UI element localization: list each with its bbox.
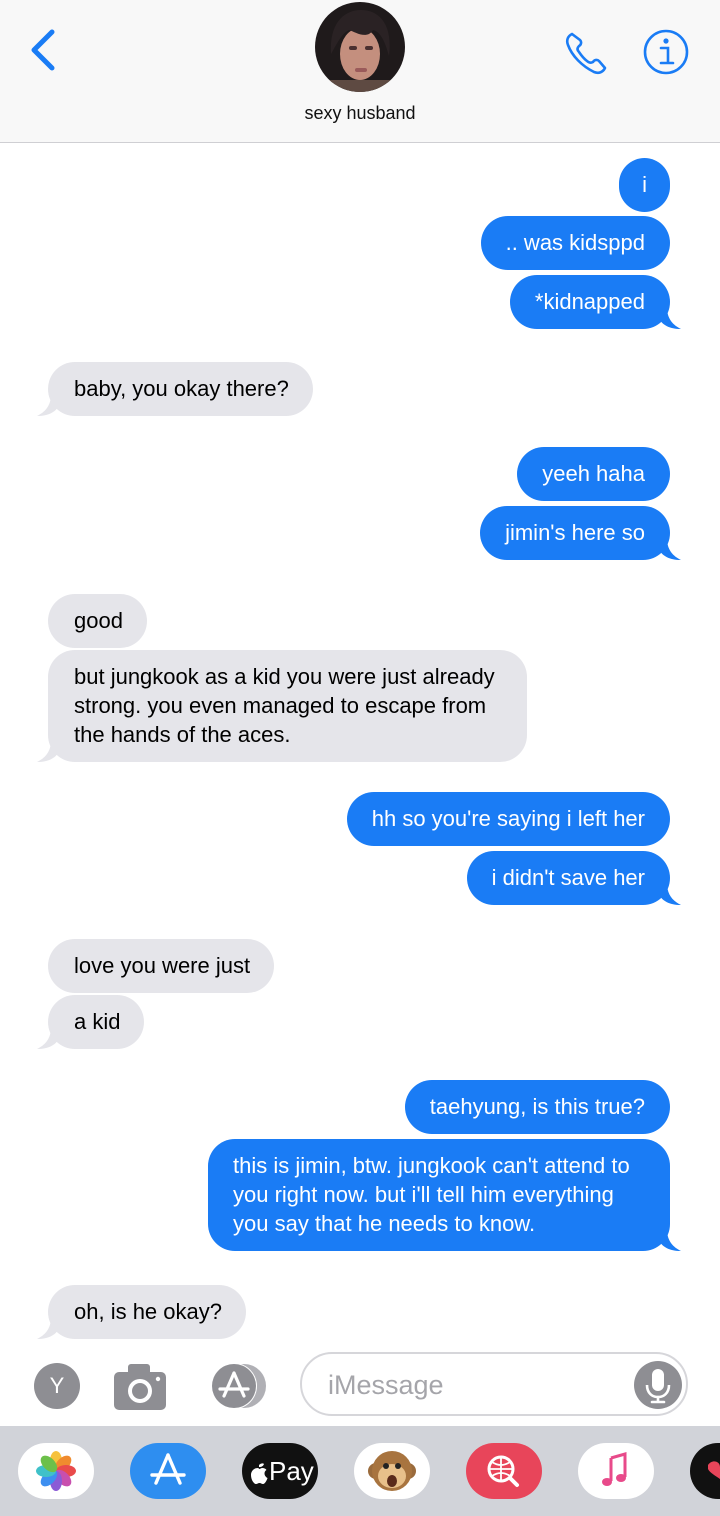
- app-store-icon: [211, 1363, 266, 1409]
- message-text: baby, you okay there?: [74, 376, 289, 401]
- message-text: yeeh haha: [542, 461, 645, 486]
- message-bubble-incoming[interactable]: baby, you okay there?: [37, 362, 313, 416]
- apple-pay-icon: [251, 1463, 268, 1484]
- contact-avatar[interactable]: [315, 2, 405, 92]
- message-bubble-outgoing[interactable]: *kidnapped: [509, 275, 681, 329]
- message-text-line: the hands of the aces.: [74, 722, 291, 747]
- music-icon: [602, 1452, 627, 1486]
- info-icon: [643, 29, 689, 75]
- message-bubble-outgoing[interactable]: .. was kidsppd: [480, 216, 670, 270]
- message-bubble-incoming[interactable]: oh, is he okay?: [37, 1285, 246, 1339]
- back-chevron-icon: [31, 29, 55, 71]
- info-button[interactable]: [642, 28, 690, 76]
- apple-pay-label: Pay: [269, 1456, 314, 1486]
- message-text: hh so you're saying i left her: [371, 806, 645, 831]
- contact-name[interactable]: sexy husband: [0, 103, 720, 124]
- app-drawer: Pay: [0, 1426, 720, 1516]
- message-text-line: but jungkook as a kid you were just alre…: [74, 664, 495, 689]
- animoji-app-button[interactable]: [354, 1443, 430, 1499]
- message-input[interactable]: [328, 1368, 628, 1402]
- web-search-app-button[interactable]: [466, 1443, 542, 1499]
- message-bubble-incoming[interactable]: a kid: [37, 995, 145, 1049]
- message-text: good: [74, 608, 123, 633]
- message-text-line: you say that he needs to know.: [233, 1211, 536, 1236]
- message-text-line: strong. you even managed to escape from: [74, 693, 487, 718]
- bubble-tail: [37, 740, 59, 762]
- message-text-line: this is jimin, btw. jungkook can't atten…: [233, 1153, 630, 1178]
- message-text-line: you right now. but i'll tell him everyth…: [233, 1182, 614, 1207]
- message-bubble-outgoing[interactable]: taehyung, is this true?: [404, 1080, 670, 1134]
- photos-app-button[interactable]: [18, 1443, 94, 1499]
- message-text: .. was kidsppd: [505, 230, 645, 255]
- animoji-monkey-icon: [368, 1451, 416, 1491]
- message-text: a kid: [74, 1009, 121, 1034]
- message-text: love you were just: [74, 953, 251, 978]
- message-bubble-outgoing[interactable]: yeeh haha: [517, 447, 670, 501]
- message-bubble-outgoing[interactable]: hh so you're saying i left her: [346, 792, 670, 846]
- message-thread[interactable]: i .. was kidsppd *kidnapped baby, you ok…: [0, 144, 720, 1342]
- apple-pay-app-button[interactable]: Pay: [242, 1443, 318, 1499]
- web-search-icon: [487, 1455, 519, 1487]
- bubble-tail: [659, 307, 681, 329]
- camera-icon: [114, 1364, 166, 1410]
- back-button[interactable]: [24, 26, 64, 74]
- microphone-icon: [645, 1369, 671, 1404]
- photos-icon: [36, 1451, 76, 1491]
- avatar: [315, 2, 405, 92]
- message-bubble-outgoing[interactable]: this is jimin, btw. jungkook can't atten…: [208, 1139, 681, 1251]
- bubble-tail: [659, 883, 681, 905]
- bubble-tail: [37, 1317, 59, 1339]
- message-bubble-incoming[interactable]: but jungkook as a kid you were just alre…: [37, 650, 527, 762]
- bubble-tail: [37, 394, 59, 416]
- compose-bar: Y: [0, 1342, 720, 1426]
- music-app-button[interactable]: [578, 1443, 654, 1499]
- conversation-header: sexy husband: [0, 0, 720, 143]
- app-store-app-button[interactable]: [130, 1443, 206, 1499]
- microphone-button[interactable]: [634, 1361, 682, 1409]
- call-button[interactable]: [562, 28, 612, 78]
- phone-icon: [565, 32, 607, 75]
- message-text: *kidnapped: [534, 289, 645, 314]
- message-input-field[interactable]: [300, 1352, 688, 1416]
- heart-app-button[interactable]: [690, 1443, 720, 1499]
- message-bubble-outgoing[interactable]: jimin's here so: [480, 506, 681, 560]
- message-bubble-incoming[interactable]: love you were just: [48, 939, 275, 993]
- bubble-tail: [659, 538, 681, 560]
- app-store-button[interactable]: [204, 1362, 270, 1410]
- app-store-icon: [150, 1453, 186, 1485]
- message-text: oh, is he okay?: [74, 1299, 222, 1324]
- message-bubble-incoming[interactable]: good: [48, 594, 147, 648]
- message-bubble-outgoing[interactable]: i didn't save her: [466, 851, 681, 905]
- heart-app-icon: [708, 1461, 720, 1479]
- app-button-y[interactable]: Y: [34, 1363, 80, 1409]
- message-bubble-outgoing[interactable]: i: [619, 158, 670, 212]
- bubble-tail: [37, 1027, 59, 1049]
- message-text: jimin's here so: [505, 520, 645, 545]
- message-text: i didn't save her: [491, 865, 645, 890]
- camera-button[interactable]: [112, 1360, 168, 1412]
- message-text: taehyung, is this true?: [429, 1094, 645, 1119]
- message-text: i: [642, 172, 647, 197]
- bubble-tail: [659, 1229, 681, 1251]
